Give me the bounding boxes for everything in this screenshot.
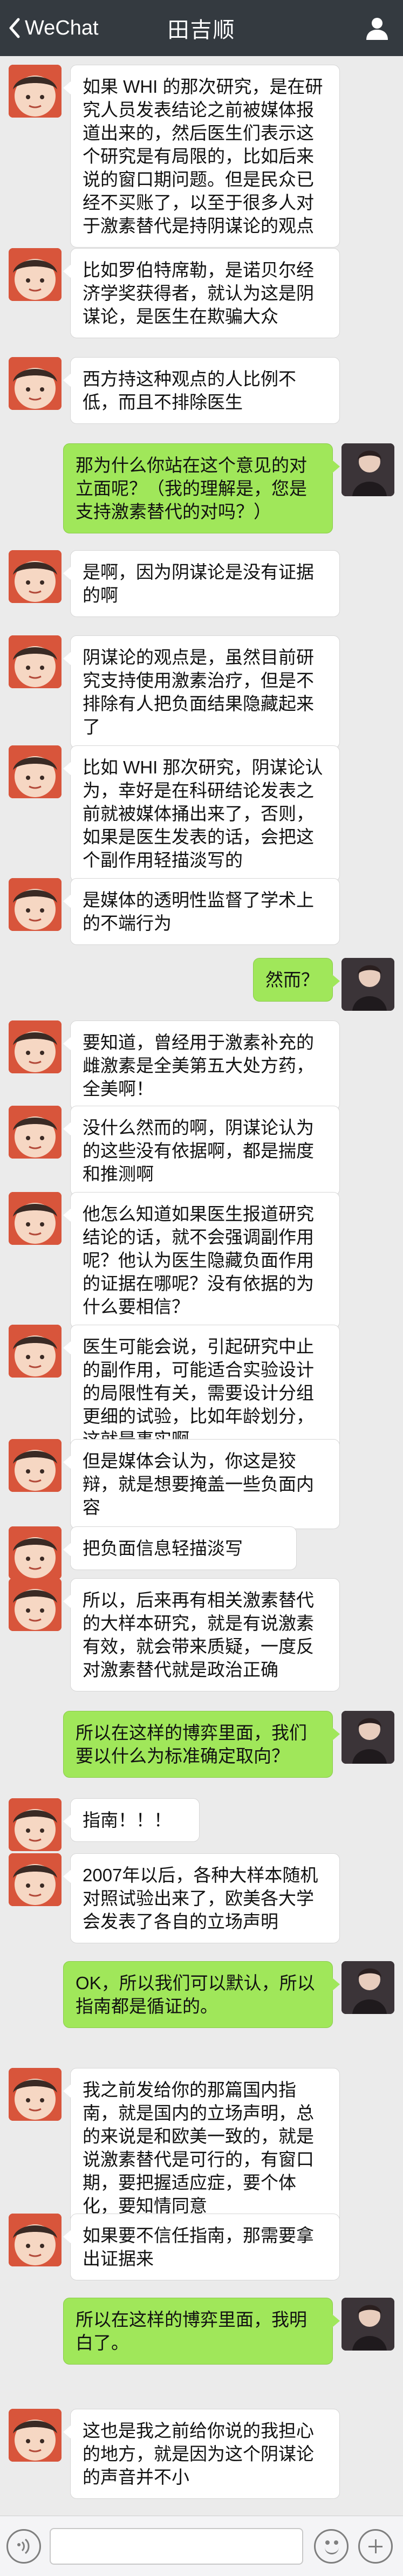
message-input[interactable]: [50, 2528, 303, 2565]
received-message-bubble[interactable]: 比如罗伯特席勒，是诺贝尔经济学奖获得者，就认为这是阴谋论，是医生在欺骗大众: [63, 248, 340, 338]
contact-avatar[interactable]: [9, 745, 62, 798]
contact-avatar[interactable]: [9, 1798, 62, 1851]
contact-avatar[interactable]: [9, 878, 62, 931]
chat-message-list[interactable]: 如果 WHI 的那次研究，是在研究人员发表结论之前被媒体报道出来的，然后医生们表…: [0, 56, 403, 2516]
contact-avatar[interactable]: [9, 65, 62, 118]
contact-avatar[interactable]: [9, 550, 62, 603]
received-message-bubble[interactable]: 要知道，曾经用于激素补充的雌激素是全美第五大处方药，全美啊！: [63, 1020, 340, 1111]
my-avatar[interactable]: [341, 958, 394, 1011]
received-message-bubble[interactable]: 把负面信息轻描淡写: [63, 1526, 297, 1570]
received-message-bubble[interactable]: 没什么然而的啊，阴谋论认为的这些没有依据啊，都是揣度和推测啊: [63, 1106, 340, 1196]
sent-message-bubble[interactable]: OK，所以我们可以默认，所以指南都是循证的。: [63, 1961, 340, 2028]
contact-avatar[interactable]: [9, 1325, 62, 1378]
contact-avatar[interactable]: [9, 248, 62, 301]
voice-button[interactable]: [6, 2529, 41, 2564]
my-avatar[interactable]: [341, 1961, 394, 2014]
contact-avatar[interactable]: [9, 1578, 62, 1631]
received-message-bubble[interactable]: 比如 WHI 那次研究，阴谋论认为，幸好是在科研结论发表之前就被媒体捅出来了，否…: [63, 745, 340, 882]
contact-avatar[interactable]: [9, 2214, 62, 2266]
contact-avatar[interactable]: [9, 1853, 62, 1906]
received-message-bubble[interactable]: 2007年以后，各种大样本随机对照试验出来了，欧美各大学会发表了各自的立场声明: [63, 1853, 340, 1943]
voice-icon: [17, 2538, 30, 2554]
sent-message-bubble[interactable]: 所以在这样的博弈里面，我明白了。: [63, 2298, 340, 2365]
received-message-bubble[interactable]: 但是媒体会认为，你这是狡辩，就是想要掩盖一些负面内容: [63, 1439, 340, 1529]
contact-avatar[interactable]: [9, 1106, 62, 1159]
sent-message-bubble[interactable]: 然而？: [253, 958, 340, 1002]
contact-info-icon[interactable]: [363, 14, 391, 42]
received-message-bubble[interactable]: 如果要不信任指南，那需要拿出证据来: [63, 2214, 340, 2280]
my-avatar[interactable]: [341, 2298, 394, 2351]
input-bar: [0, 2516, 403, 2576]
emoji-eye: [325, 2540, 330, 2545]
received-message-bubble[interactable]: 阴谋论的观点是，虽然目前研究支持使用激素治疗，但是不排除有人把负面结果隐藏起来了: [63, 635, 340, 749]
nav-bar: WeChat 田吉顺: [0, 0, 403, 56]
contact-avatar[interactable]: [9, 1020, 62, 1073]
received-message-bubble[interactable]: 指南！！！: [63, 1798, 200, 1842]
my-avatar[interactable]: [341, 1711, 394, 1764]
back-button[interactable]: WeChat: [8, 0, 99, 56]
emoji-eye: [334, 2540, 338, 2545]
received-message-bubble[interactable]: 所以，后来再有相关激素替代的大样本研究，就是有说激素有效，就会带来质疑，一度反对…: [63, 1578, 340, 1691]
contact-avatar[interactable]: [9, 2068, 62, 2121]
emoji-button[interactable]: [314, 2529, 349, 2564]
received-message-bubble[interactable]: 他怎么知道如果医生报道研究结论的话，就不会强调副作用呢？他认为医生隐藏负面作用的…: [63, 1192, 340, 1328]
sent-message-bubble[interactable]: 那为什么你站在这个意见的对立面呢？（我的理解是，您是支持激素替代的对吗？）: [63, 443, 340, 533]
received-message-bubble[interactable]: 西方持这种观点的人比例不低，而且不排除医生: [63, 357, 340, 424]
chat-title: 田吉顺: [167, 18, 236, 42]
contact-avatar[interactable]: [9, 357, 62, 410]
chevron-left-icon: [9, 18, 20, 38]
received-message-bubble[interactable]: 是媒体的透明性监督了学术上的不端行为: [63, 878, 340, 945]
emoji-mouth: [325, 2547, 339, 2554]
contact-avatar[interactable]: [9, 1439, 62, 1492]
more-button[interactable]: [358, 2529, 393, 2564]
received-message-bubble[interactable]: 我之前发给你的那篇国内指南，就是国内的立场声明，总的来说是和欧美一致的，就是说激…: [63, 2068, 340, 2228]
back-label: WeChat: [25, 16, 99, 39]
received-message-bubble[interactable]: 是啊，因为阴谋论是没有证据的啊: [63, 550, 340, 617]
contact-avatar[interactable]: [9, 2409, 62, 2462]
my-avatar[interactable]: [341, 443, 394, 496]
contact-avatar[interactable]: [9, 1526, 62, 1579]
received-message-bubble[interactable]: 如果 WHI 的那次研究，是在研究人员发表结论之前被媒体报道出来的，然后医生们表…: [63, 65, 340, 248]
received-message-bubble[interactable]: 这也是我之前给你说的我担心的地方，就是因为这个阴谋论的声音并不小: [63, 2409, 340, 2499]
contact-avatar[interactable]: [9, 1192, 62, 1245]
sent-message-bubble[interactable]: 所以在这样的博弈里面，我们要以什么为标准确定取向？: [63, 1711, 340, 1778]
contact-avatar[interactable]: [9, 635, 62, 688]
